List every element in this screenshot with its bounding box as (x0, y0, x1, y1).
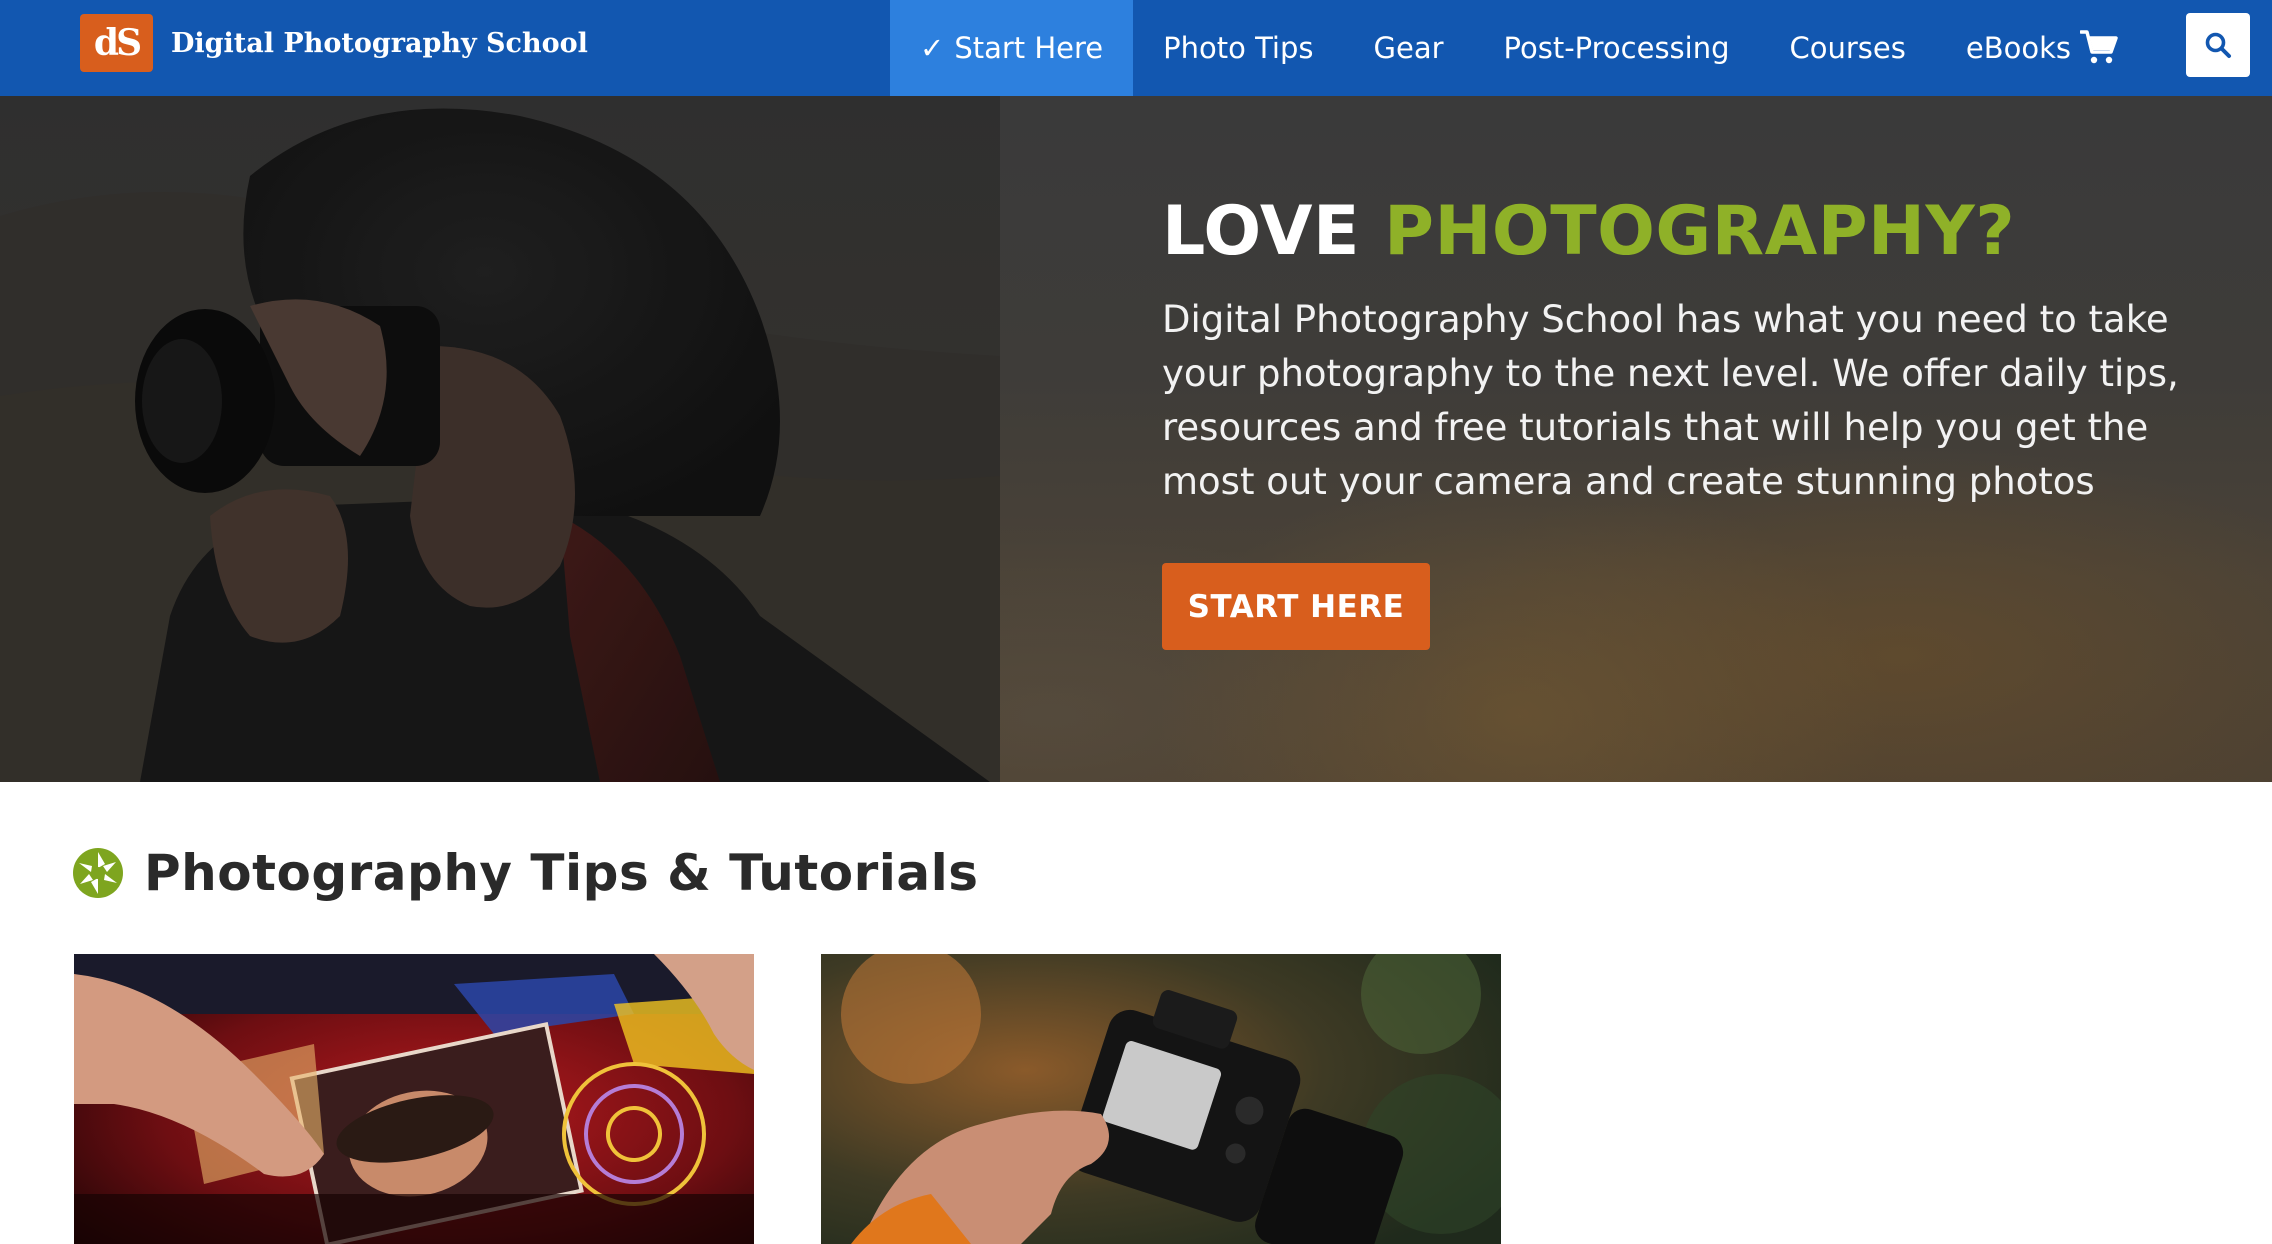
card-2-thumbnail (821, 954, 1501, 1244)
nav-item-label: Post-Processing (1503, 31, 1730, 65)
card-1-thumbnail (74, 954, 754, 1244)
hero-content: LOVE PHOTOGRAPHY? Digital Photography Sc… (1162, 192, 2242, 650)
nav-item-label: Photo Tips (1163, 31, 1314, 65)
hero-title-plain: LOVE (1162, 192, 1360, 271)
main-nav: ✓ Start Here Photo Tips Gear Post-Proces… (890, 0, 2101, 96)
section-title: Photography Tips & Tutorials (144, 844, 979, 902)
nav-item-post-processing[interactable]: Post-Processing (1474, 0, 1760, 96)
cart-icon[interactable] (2076, 24, 2122, 70)
aperture-icon (73, 848, 123, 898)
hero-title-accent: PHOTOGRAPHY? (1384, 192, 2016, 271)
nav-item-label: Start Here (954, 31, 1104, 65)
nav-item-courses[interactable]: Courses (1760, 0, 1936, 96)
nav-item-gear[interactable]: Gear (1344, 0, 1474, 96)
hero-description: Digital Photography School has what you … (1162, 298, 2179, 503)
checkmark-icon: ✓ (920, 31, 945, 65)
hero-title: LOVE PHOTOGRAPHY? (1162, 192, 2242, 271)
site-name: Digital Photography School (171, 27, 588, 59)
article-card-camera-hands[interactable] (821, 954, 1501, 1244)
site-header: dS Digital Photography School ✓ Start He… (0, 0, 2272, 96)
hero-banner: LOVE PHOTOGRAPHY? Digital Photography Sc… (0, 96, 2272, 782)
nav-item-photo-tips[interactable]: Photo Tips (1133, 0, 1343, 96)
nav-item-label: eBooks (1965, 31, 2071, 65)
search-button[interactable] (2186, 13, 2250, 77)
start-here-button[interactable]: START HERE (1162, 563, 1430, 650)
nav-item-start-here[interactable]: ✓ Start Here (890, 0, 1134, 96)
nav-item-label: Gear (1373, 31, 1444, 65)
search-icon (2205, 32, 2231, 58)
site-logo[interactable]: dS Digital Photography School (80, 14, 588, 72)
nav-item-label: Courses (1789, 31, 1906, 65)
cart-icon-svg (2080, 30, 2118, 64)
article-card-printed-photos[interactable] (74, 954, 754, 1244)
hero-photo-photographer (0, 96, 1000, 782)
logo-mark: dS (80, 14, 153, 72)
section-header: Photography Tips & Tutorials (72, 838, 979, 908)
